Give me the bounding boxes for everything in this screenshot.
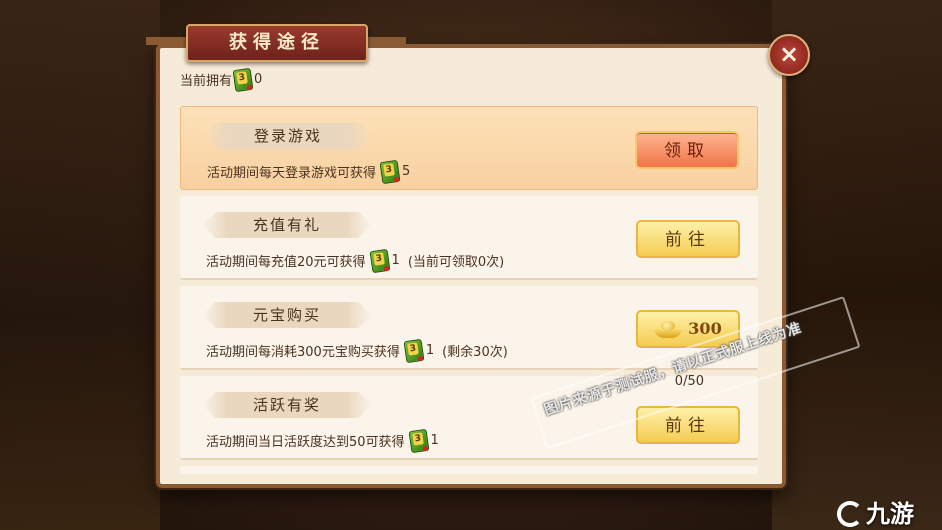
green-token-icon: 3 — [379, 159, 401, 185]
owned-row: 当前拥有 3 0 — [180, 67, 263, 93]
item-amount: 5 — [402, 163, 411, 179]
item-name: 元宝购买 — [252, 306, 321, 324]
item-name: 登录游戏 — [253, 127, 322, 145]
title-wing-left — [146, 37, 190, 45]
background-right — [772, 0, 942, 530]
background-left — [0, 0, 160, 530]
brand-mark-icon — [834, 498, 863, 527]
green-token-icon: 3 — [232, 67, 254, 93]
brand-logo: 九游 — [834, 494, 914, 529]
item-remaining-note: (剩余30次) — [442, 344, 508, 360]
item-description: 活动期间每充值20元可获得 3 1 (当前可领取0次) — [206, 248, 505, 274]
item-description: 活动期间当日活跃度达到50可获得 3 1 — [206, 428, 439, 454]
claim-button[interactable]: 领取 — [635, 131, 739, 169]
list-item: 充值有礼 活动期间每充值20元可获得 3 1 (当前可领取0次) 前往 — [180, 196, 758, 280]
green-token-icon: 3 — [403, 338, 425, 364]
green-token-icon: 3 — [408, 428, 429, 454]
item-amount: 1 — [425, 342, 435, 358]
item-remaining-note: (当前可领取0次) — [407, 254, 505, 270]
item-name: 活跃有奖 — [252, 396, 321, 414]
methods-list: 登录游戏 活动期间每天登录游戏可获得 3 5 领取 充值有礼 活动期间每充值20… — [172, 102, 766, 474]
close-icon: × — [778, 40, 800, 68]
owned-label: 当前拥有 — [180, 73, 233, 89]
panel-title: 获得途径 — [186, 24, 368, 62]
item-description: 活动期间每天登录游戏可获得 3 5 — [207, 159, 411, 185]
item-name: 充值有礼 — [252, 216, 321, 234]
gold-ingot-icon — [654, 320, 683, 338]
green-token-icon: 3 — [369, 248, 390, 274]
list-item-partial — [180, 466, 758, 474]
item-description: 活动期间每消耗300元宝购买获得 3 1 (剩余30次) — [206, 338, 508, 364]
item-amount: 1 — [391, 252, 400, 268]
list-item: 登录游戏 活动期间每天登录游戏可获得 3 5 领取 — [180, 106, 758, 190]
go-button[interactable]: 前往 — [636, 220, 740, 258]
item-amount: 1 — [430, 432, 439, 448]
close-button[interactable]: × — [768, 34, 810, 76]
owned-value: 0 — [254, 71, 263, 87]
